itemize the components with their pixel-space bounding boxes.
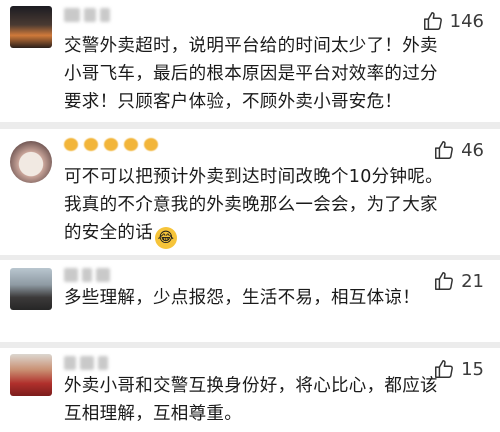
thumbs-up-icon [423,12,442,30]
like-button[interactable]: 46 [433,137,484,163]
avatar[interactable] [10,354,52,396]
thumbs-up-icon [435,141,454,159]
comment-card: 46 可不可以把预计外卖到达时间改晚个10分钟呢。 我真的不介意我的外卖晚那么一… [0,129,500,255]
avatar[interactable] [10,268,52,310]
like-button[interactable]: 146 [422,8,484,34]
comment-card: 146 交警外卖超时，说明平台给的时间太少了！外卖 小哥飞车，最后的根本原因是平… [0,0,500,122]
like-count: 146 [449,10,484,32]
avatar[interactable] [10,6,52,48]
comment-text: 交警外卖超时，说明平台给的时间太少了！外卖 小哥飞车，最后的根本原因是平台对效率… [64,36,438,112]
username-blurred[interactable] [64,136,194,154]
username-blurred[interactable] [64,355,156,373]
comment-text: 多些理解，少点报怨，生活不易，相互体谅！ [64,288,420,308]
comment-card: 21 多些理解，少点报怨，生活不易，相互体谅！ [0,260,500,342]
comment-text: 可不可以把预计外卖到达时间改晚个10分钟呢。 我真的不介意我的外卖晚那么一会会，… [64,163,486,249]
comment-card: 15 外卖小哥和交警互换身份好，将心比心，都应该 互相理解，互相尊重。 [0,348,500,432]
username-blurred[interactable] [64,267,156,285]
comment-feed: 146 交警外卖超时，说明平台给的时间太少了！外卖 小哥飞车，最后的根本原因是平… [0,0,500,432]
like-count: 46 [461,139,484,161]
comment-text: 外卖小哥和交警互换身份好，将心比心，都应该 互相理解，互相尊重。 [64,376,438,424]
avatar[interactable] [10,141,52,183]
laughing-tears-emoji: 😂 [155,227,177,249]
username-blurred[interactable] [64,7,156,25]
